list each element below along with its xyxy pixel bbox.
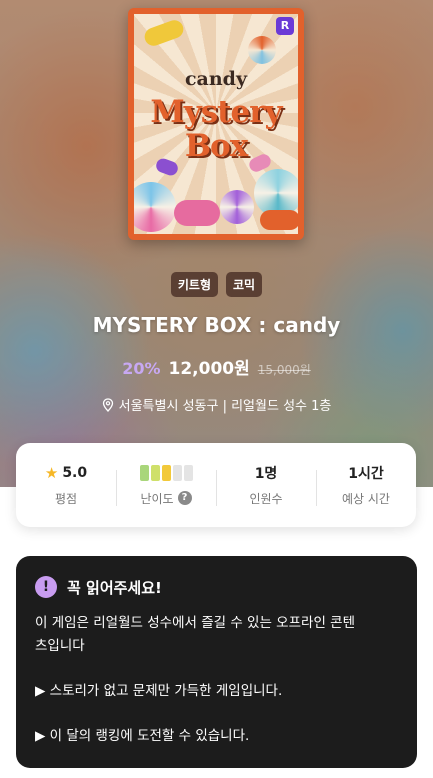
question-icon[interactable]: ? [177,491,192,505]
players-value: 1명 [254,465,278,482]
poster-word-candy: candy [184,68,248,90]
game-title: MYSTERY BOX : candy [92,313,341,337]
star-icon: ★ [44,463,59,482]
alert-icon: ! [35,576,57,598]
stat-players: 1명 인원수 [216,464,316,507]
players-label: 인원수 [249,491,283,506]
tag-chip: 코믹 [226,272,263,297]
location-text: 서울특별시 성동구 | 리얼월드 성수 1층 [118,399,332,414]
candy-decoration [260,210,298,230]
difficulty-bar [161,464,171,481]
notice-line: ▶ 이 달의 랭킹에 도전할 수 있습니다. [35,728,250,744]
original-price: 15,000원 [257,363,311,377]
candy-decoration [174,200,220,226]
difficulty-bar [183,464,193,481]
notice-line: 이 게임은 리얼월드 성수에서 즐길 수 있는 오프라인 콘텐 [35,615,355,631]
discount-rate: 20% [122,359,161,378]
difficulty-label: 난이도 [140,491,174,506]
stat-difficulty: 난이도 ? [116,464,216,507]
candy-decoration [220,190,254,224]
tag-list: 키트형 코믹 [0,272,433,297]
price-row: 20% 12,000원 15,000원 [0,354,433,379]
stats-card: ★ 5.0 평점 난이도 ? 1명 인원수 1시간 예상 시간 [16,443,416,527]
notice-line: ▶ 스토리가 없고 문제만 가득한 게임입니다. [35,683,283,699]
tag-chip: 키트형 [170,272,219,297]
notice-body: 이 게임은 리얼월드 성수에서 즐길 수 있는 오프라인 콘텐 츠입니다 ▶ 스… [35,612,399,748]
difficulty-bar [150,464,160,481]
candy-decoration [134,182,176,232]
duration-label: 예상 시간 [342,491,390,506]
candy-decoration [248,36,276,64]
notice-card: ! 꼭 읽어주세요! 이 게임은 리얼월드 성수에서 즐길 수 있는 오프라인 … [16,556,417,768]
map-pin-icon [102,397,113,412]
duration-value: 1시간 [348,465,384,482]
location-row: 서울특별시 성동구 | 리얼월드 성수 1층 [0,395,433,414]
stat-duration: 1시간 예상 시간 [316,464,416,507]
poster-word-box: Box [184,128,248,164]
stat-rating: ★ 5.0 평점 [16,464,116,507]
poster-logo: R [276,17,294,35]
poster-word-mystery: Mystery [150,94,282,130]
notice-line: 츠입니다 [35,638,85,654]
sale-price: 12,000원 [168,359,250,379]
poster-image: R candy Mystery Box [128,8,304,240]
notice-title: 꼭 읽어주세요! [67,578,162,597]
rating-label: 평점 [54,491,78,506]
rating-value: 5.0 [62,464,88,481]
difficulty-bar [172,464,182,481]
notice-header: ! 꼭 읽어주세요! [35,576,399,598]
difficulty-meter [139,464,193,482]
difficulty-bar [139,464,149,481]
